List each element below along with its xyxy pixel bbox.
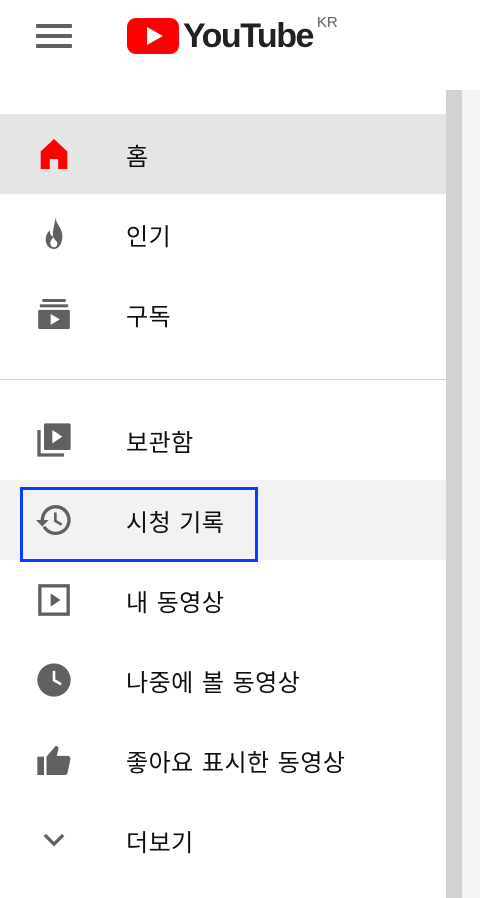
guide-item-liked-videos[interactable]: 좋아요 표시한 동영상 <box>0 720 446 800</box>
guide-item-label: 나중에 볼 동영상 <box>126 668 301 697</box>
library-icon <box>34 420 74 460</box>
home-icon <box>34 134 74 174</box>
guide-item-trending[interactable]: 인기 <box>0 194 446 274</box>
guide-item-watch-later[interactable]: 나중에 볼 동영상 <box>0 640 446 720</box>
guide-item-my-videos[interactable]: 내 동영상 <box>0 560 446 640</box>
guide-item-home[interactable]: 홈 <box>0 114 446 194</box>
watch-later-icon <box>34 660 74 700</box>
guide-item-label: 내 동영상 <box>126 588 225 617</box>
youtube-logo[interactable]: YouTube KR <box>127 14 338 55</box>
guide-item-label: 보관함 <box>126 428 194 457</box>
chevron-down-icon <box>34 820 74 860</box>
guide-item-label: 인기 <box>126 222 172 251</box>
trending-fire-icon <box>34 214 74 254</box>
subscriptions-icon <box>34 294 74 334</box>
guide-item-label: 홈 <box>126 142 149 171</box>
masthead: YouTube KR <box>0 0 480 72</box>
youtube-play-logo-icon <box>127 18 179 54</box>
country-code: KR <box>316 14 338 31</box>
scrollbar-thumb[interactable] <box>446 90 462 898</box>
hamburger-menu-icon[interactable] <box>34 22 74 50</box>
guide-item-label: 더보기 <box>126 828 194 857</box>
focus-outline <box>20 487 258 562</box>
guide-item-subscriptions[interactable]: 구독 <box>0 274 446 354</box>
liked-videos-icon <box>34 740 74 780</box>
guide-item-label: 구독 <box>126 302 172 331</box>
guide-item-show-more[interactable]: 더보기 <box>0 800 446 880</box>
my-videos-icon <box>34 580 74 620</box>
guide-item-library[interactable]: 보관함 <box>0 400 446 480</box>
guide-item-label: 좋아요 표시한 동영상 <box>126 748 346 777</box>
guide-divider <box>0 379 446 380</box>
logo-wordmark: YouTube <box>183 17 314 55</box>
